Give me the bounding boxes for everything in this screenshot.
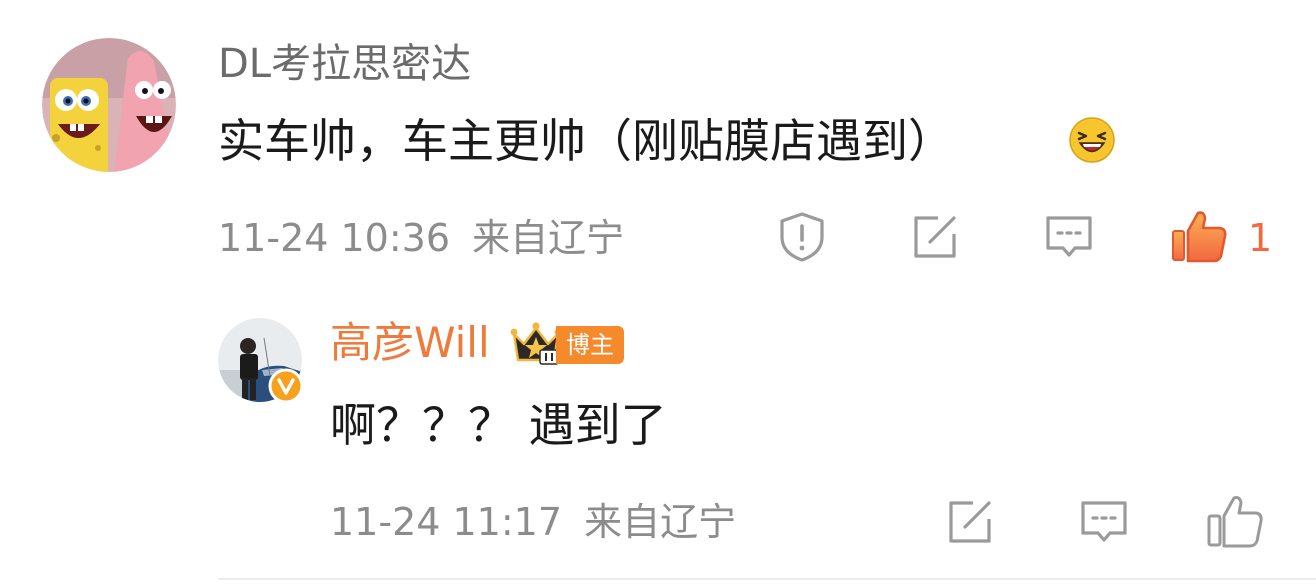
reply-username[interactable]: 高彦Will (330, 314, 490, 372)
divider (218, 578, 1316, 580)
reply-location: 来自辽宁 (584, 500, 737, 544)
report-icon[interactable] (777, 211, 827, 263)
reply-timestamp: 11-24 11:17 (330, 500, 563, 544)
avatar[interactable] (42, 38, 176, 172)
reply-meta: 11-24 11:17 来自辽宁 (330, 494, 736, 550)
thumbs-up-icon[interactable] (1206, 493, 1264, 549)
comment-icon[interactable] (1044, 212, 1094, 262)
comment-username[interactable]: DL考拉思密达 (218, 36, 471, 92)
like-count: 1 (1248, 216, 1273, 260)
spongebob-patrick-avatar (42, 38, 176, 172)
reply-text: 啊？？？ 遇到了 (330, 398, 667, 452)
comment-text: 实车帅，车主更帅（刚贴膜店遇到） (218, 114, 954, 168)
share-icon[interactable] (945, 497, 995, 547)
verified-v-icon (268, 368, 304, 404)
comment-location: 来自辽宁 (472, 216, 625, 260)
share-icon[interactable] (910, 212, 960, 262)
laughing-emoji-icon (1068, 116, 1116, 164)
comment-meta: 11-24 10:36 来自辽宁 (218, 210, 624, 266)
comment-timestamp: 11-24 10:36 (218, 216, 451, 260)
crown-icon (510, 320, 562, 366)
comment-icon[interactable] (1079, 497, 1129, 547)
thumbs-up-icon[interactable] (1170, 208, 1228, 264)
comment-thread: DL考拉思密达 实车帅，车主更帅（刚贴膜店遇到） 11-24 10:36 来自辽… (0, 0, 1316, 586)
blogger-badge: 博主 (556, 326, 624, 364)
